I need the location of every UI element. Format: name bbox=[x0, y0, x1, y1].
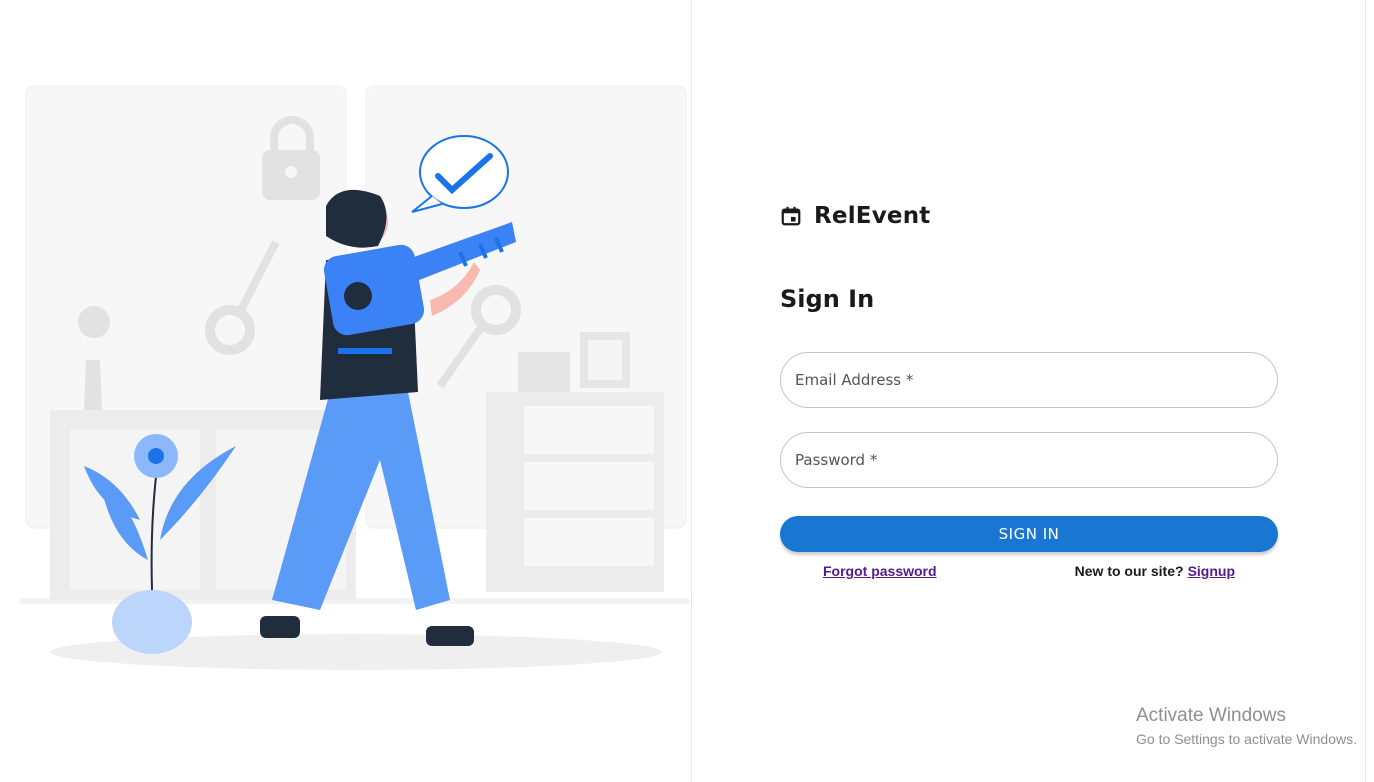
watermark-title: Activate Windows bbox=[1136, 705, 1286, 726]
forgot-password-link[interactable]: Forgot password bbox=[823, 563, 937, 579]
page-title: Sign In bbox=[780, 285, 875, 313]
auth-links: Forgot password New to our site? Signup bbox=[780, 563, 1278, 583]
new-user-text: New to our site? bbox=[1074, 563, 1184, 579]
sign-in-pane: RelEvent Sign In Email Address * Passwor… bbox=[692, 0, 1366, 782]
brand-name: RelEvent bbox=[814, 203, 931, 229]
activate-windows-watermark: Activate Windows Go to Settings to activ… bbox=[1136, 705, 1357, 749]
watermark-subtitle: Go to Settings to activate Windows. bbox=[1136, 731, 1357, 747]
brand: RelEvent bbox=[780, 203, 930, 229]
email-input[interactable] bbox=[781, 353, 1277, 407]
sign-in-button[interactable]: SIGN IN bbox=[780, 516, 1278, 552]
password-input[interactable] bbox=[781, 433, 1277, 487]
person-with-key-illustration bbox=[20, 85, 690, 670]
signup-link[interactable]: Signup bbox=[1188, 563, 1235, 579]
illustration-pane bbox=[0, 0, 692, 782]
email-field[interactable]: Email Address * bbox=[780, 352, 1278, 408]
calendar-icon bbox=[781, 206, 801, 226]
password-field[interactable]: Password * bbox=[780, 432, 1278, 488]
signup-prompt: New to our site? Signup bbox=[1075, 563, 1235, 579]
